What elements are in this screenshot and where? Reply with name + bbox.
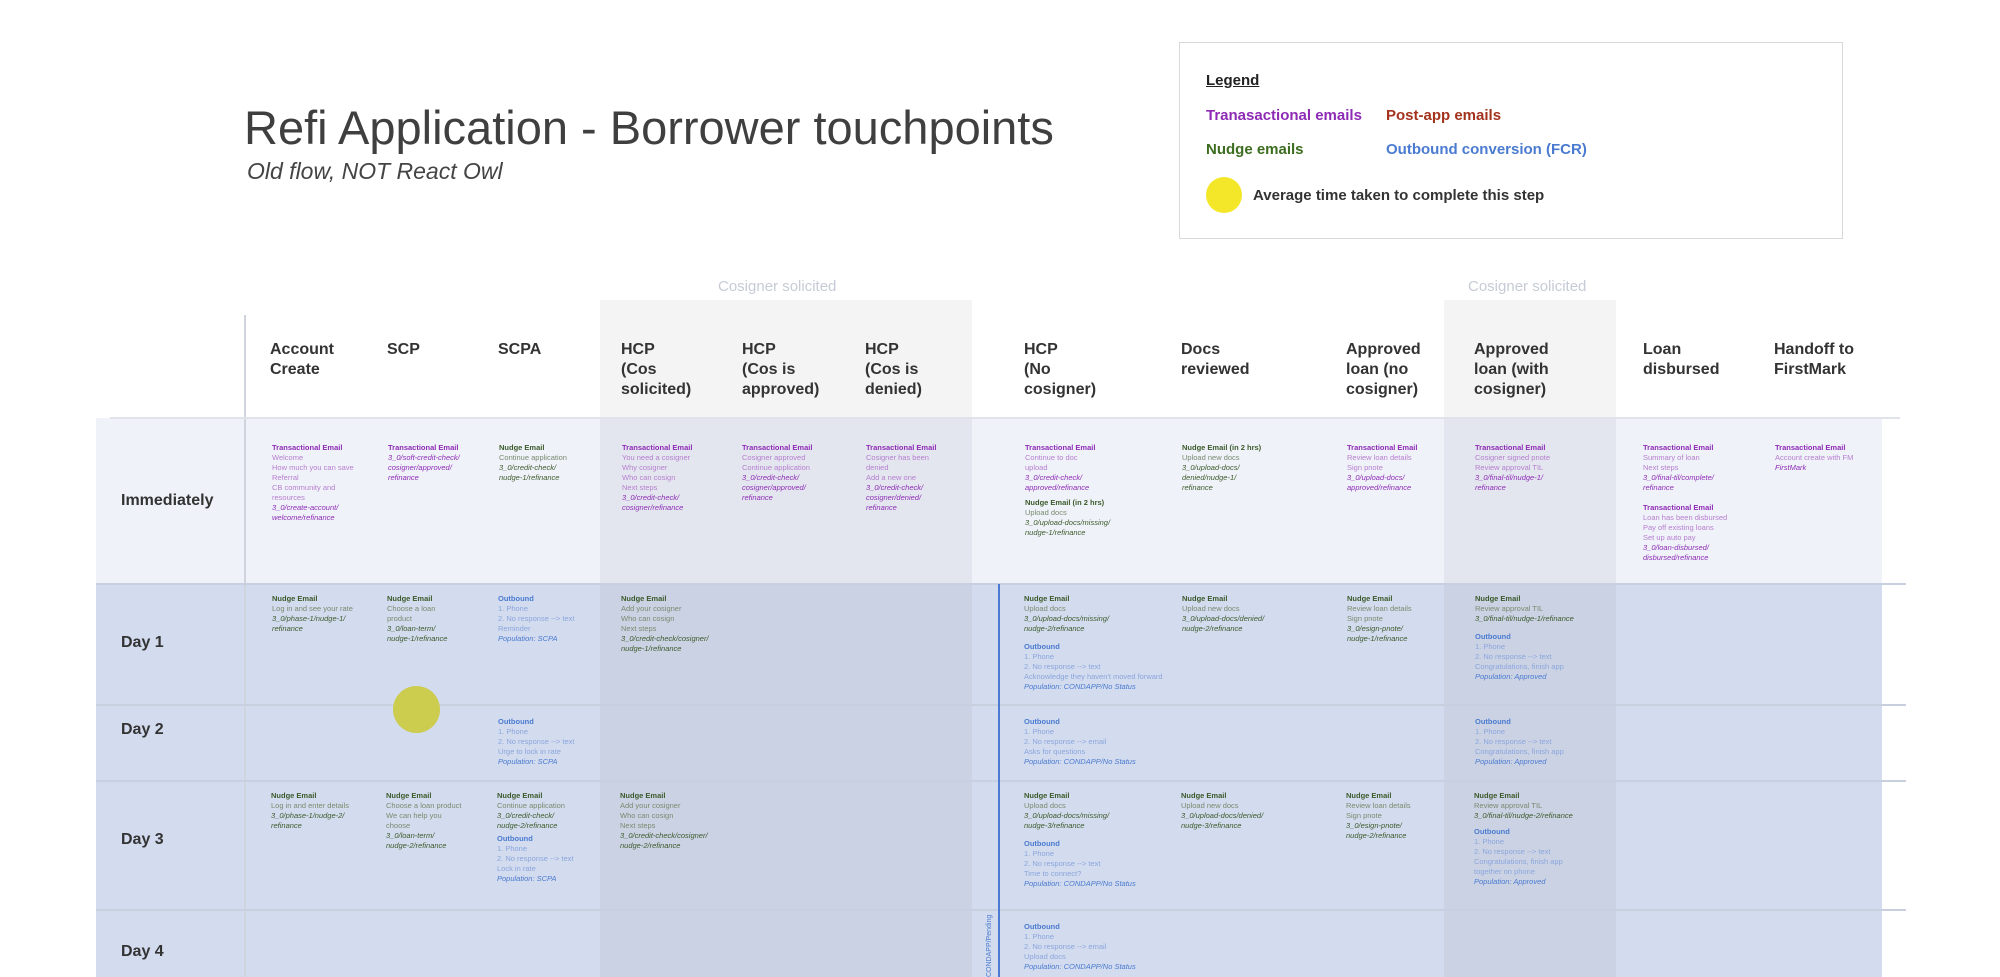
- label-column-divider: [244, 315, 246, 977]
- condapp-pending-line: [998, 584, 1000, 977]
- cell-imm-hcp-cos-solicited: Transactional Email You need a cosigner W…: [622, 443, 693, 512]
- cell-d3-hcp-no-cosigner-outbound: Outbound 1. Phone 2. No response --> text…: [1024, 839, 1136, 888]
- avg-time-marker-icon: [393, 686, 440, 733]
- page-subtitle: Old flow, NOT React Owl: [247, 158, 503, 184]
- cell-imm-loan-disbursed: Transactional Email Summary of loan Next …: [1643, 443, 1714, 492]
- cell-d1-docs-reviewed: Nudge Email Upload new docs 3_0/upload-doc…: [1182, 594, 1265, 633]
- cell-d1-scpa: Outbound 1. Phone 2. No response --> text…: [498, 594, 575, 643]
- cell-imm-approved-no-cosigner: Transactional Email Review loan details S…: [1347, 443, 1418, 492]
- cell-d2-approved-with-cosigner: Outbound 1. Phone 2. No response --> text…: [1475, 717, 1564, 766]
- cell-d1-approved-no-cosigner: Nudge Email Review loan details Sign pnot…: [1347, 594, 1412, 643]
- legend-outbound: Outbound conversion (FCR): [1386, 141, 1587, 158]
- cell-d2-hcp-no-cosigner: Outbound 1. Phone 2. No response --> emai…: [1024, 717, 1136, 766]
- col-docs-reviewed: Docs reviewed: [1181, 341, 1250, 378]
- cell-d1-account-create: Nudge Email Log in and see your rate 3_0/p…: [272, 594, 353, 633]
- row-day-2: Day 2: [121, 721, 164, 738]
- legend-avg-time: Average time taken to complete this step: [1253, 187, 1545, 204]
- cell-d1-approved-with-cosigner: Nudge Email Review approval TIL 3_0/final-…: [1475, 594, 1574, 623]
- row-day-3: Day 3: [121, 831, 164, 848]
- row-divider-1: [96, 583, 1906, 585]
- col-scpa: SCPA: [498, 341, 542, 358]
- cosigner-solicited-label-1: Cosigner solicited: [718, 278, 837, 295]
- cell-imm-hcp-cos-denied: Transactional Email Cosigner has been den…: [866, 443, 937, 512]
- cosigner-solicited-label-2: Cosigner solicited: [1468, 278, 1587, 295]
- legend-nudge: Nudge emails: [1206, 141, 1304, 158]
- cell-d3-approved-no-cosigner: Nudge Email Review loan details Sign pnot…: [1346, 791, 1411, 840]
- cell-d1-scp: Nudge Email Choose a loan product 3_0/loan…: [387, 594, 448, 643]
- avg-time-dot-icon: [1206, 177, 1242, 213]
- cell-d3-hcp-no-cosigner: Nudge Email Upload docs 3_0/upload-docs/mi…: [1024, 791, 1110, 830]
- cell-imm-account-create: Transactional Email Welcome How much you …: [272, 443, 354, 522]
- col-hcp-cos-denied: HCP (Cos is denied): [865, 341, 922, 398]
- legend-transactional: Tranasactional emails: [1206, 107, 1362, 124]
- condapp-pending-label: CONDAPP/Pending: [986, 914, 993, 977]
- col-loan-disbursed: Loan disbursed: [1643, 341, 1720, 378]
- page-title: Refi Application - Borrower touchpoints: [244, 101, 1054, 154]
- col-approved-with-cosigner: Approved loan (with cosigner): [1474, 341, 1549, 398]
- cell-imm-hcp-no-cosigner: Transactional Email Continue to doc uploa…: [1025, 443, 1096, 492]
- col-approved-no-cosigner: Approved loan (no cosigner): [1346, 341, 1421, 398]
- row-divider-3: [96, 780, 1906, 782]
- row-immediately: Immediately: [121, 492, 214, 509]
- cell-d1-hcp-cos-solicited: Nudge Email Add your cosigner Who can cos…: [621, 594, 709, 653]
- cell-d1-approved-with-cosigner-outbound: Outbound 1. Phone 2. No response --> text…: [1475, 632, 1564, 681]
- cell-d3-scp: Nudge Email Choose a loan product We can …: [386, 791, 462, 850]
- col-scp: SCP: [387, 341, 420, 358]
- cell-d1-hcp-no-cosigner: Nudge Email Upload docs 3_0/upload-docs/mi…: [1024, 594, 1110, 633]
- cell-d3-hcp-cos-solicited: Nudge Email Add your cosigner Who can cos…: [620, 791, 708, 850]
- cell-imm-scpa: Nudge Email Continue application 3_0/credi…: [499, 443, 567, 482]
- col-handoff-firstmark: Handoff to FirstMark: [1774, 341, 1854, 378]
- cell-d3-scpa: Nudge Email Continue application 3_0/credi…: [497, 791, 565, 830]
- cell-d3-approved-with-cosigner: Nudge Email Review approval TIL 3_0/final-…: [1474, 791, 1573, 820]
- cell-d3-docs-reviewed: Nudge Email Upload new docs 3_0/upload-doc…: [1181, 791, 1264, 830]
- col-hcp-cos-solicited: HCP (Cos solicited): [621, 341, 692, 398]
- cell-imm-docs-reviewed: Nudge Email (in 2 hrs) Upload new docs 3_0…: [1182, 443, 1262, 492]
- cell-d3-approved-with-cosigner-outbound: Outbound 1. Phone 2. No response --> text…: [1474, 827, 1563, 886]
- cell-imm-hcp-cos-approved: Transactional Email Cosigner approved Con…: [742, 443, 813, 502]
- cell-d4-hcp-no-cosigner: Outbound 1. Phone 2. No response --> emai…: [1024, 922, 1136, 971]
- cell-d2-scpa: Outbound 1. Phone 2. No response --> text…: [498, 717, 575, 766]
- col-hcp-cos-approved: HCP (Cos is approved): [742, 341, 820, 398]
- cell-imm-loan-disbursed-2: Transactional Email Loan has been disburs…: [1643, 503, 1728, 562]
- cell-imm-approved-with-cosigner: Transactional Email Cosigner signed pnote…: [1475, 443, 1551, 492]
- row-day-1: Day 1: [121, 634, 164, 651]
- cell-d1-hcp-no-cosigner-outbound: Outbound 1. Phone 2. No response --> text…: [1024, 642, 1163, 691]
- row-divider-4: [96, 909, 1906, 911]
- cell-imm-handoff-firstmark: Transactional Email Account create with F…: [1775, 443, 1854, 472]
- row-day-4: Day 4: [121, 943, 164, 960]
- cell-d3-scpa-outbound: Outbound 1. Phone 2. No response --> text…: [497, 834, 574, 883]
- col-hcp-no-cosigner: HCP (No cosigner): [1024, 341, 1097, 398]
- cell-imm-hcp-no-cosigner-nudge: Nudge Email (in 2 hrs) Upload docs 3_0/upl…: [1025, 498, 1111, 537]
- row-divider-2: [96, 704, 1906, 706]
- legend-post-app: Post-app emails: [1386, 107, 1502, 124]
- legend-box: Legend Tranasactional emails Post-app em…: [1179, 42, 1843, 239]
- cell-imm-scp: Transactional Email 3_0/soft-credit-check…: [388, 443, 460, 482]
- cell-d3-account-create: Nudge Email Log in and enter details 3_0/p…: [271, 791, 349, 830]
- header-divider: [110, 417, 1900, 419]
- legend-title: Legend: [1206, 72, 1260, 89]
- col-account-create: Account Create: [270, 341, 334, 378]
